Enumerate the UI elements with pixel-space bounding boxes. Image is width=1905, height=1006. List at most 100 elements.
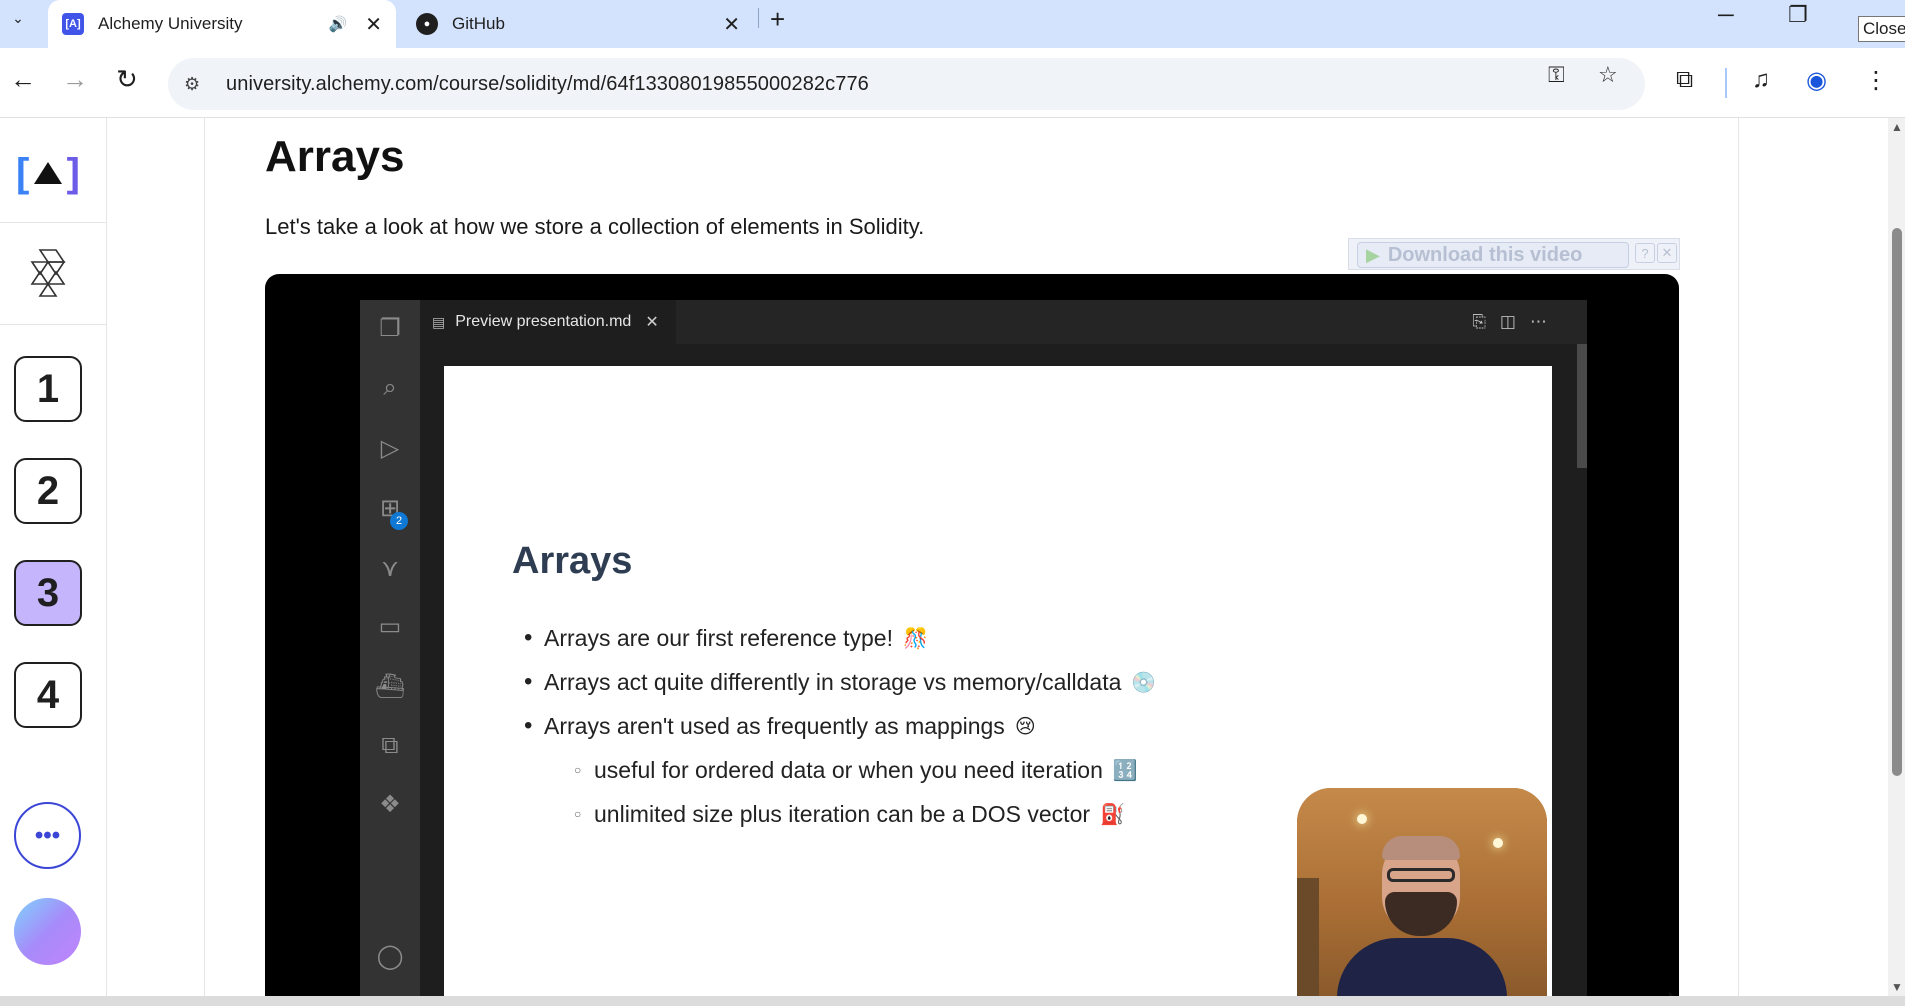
bullet-emoji: 💿: [1131, 671, 1157, 694]
slide-bullet: Arrays are our first reference type! 🎊: [524, 616, 1156, 660]
editor-tab-title: Preview presentation.md: [455, 313, 632, 330]
slide-title: Arrays: [512, 540, 633, 582]
rail-divider: [0, 222, 107, 223]
tab-alchemy-university[interactable]: [A] Alchemy University 🔊 ✕: [48, 0, 396, 48]
user-avatar[interactable]: [14, 898, 81, 965]
browser-preview-icon: ▭: [378, 612, 402, 640]
media-control-icon[interactable]: ♫: [1752, 66, 1770, 94]
download-video-button[interactable]: ▶ Download this video: [1357, 242, 1629, 268]
figma-icon: ❖: [379, 790, 401, 818]
docker-icon: ⛴: [374, 672, 406, 700]
explorer-files-icon: ❐: [379, 314, 401, 342]
presenter-hair: [1382, 836, 1460, 860]
audio-playing-icon[interactable]: 🔊: [329, 15, 348, 33]
preview-icon: ▤: [432, 313, 446, 330]
lesson-subtitle: Let's take a look at how we store a coll…: [265, 214, 925, 239]
page-scrollbar[interactable]: ▲ ▼: [1888, 118, 1905, 996]
bullet-text: Arrays aren't used as frequently as mapp…: [544, 712, 1005, 739]
mouse-cursor-icon: [1661, 987, 1679, 996]
scroll-down-arrow-icon[interactable]: ▼: [1891, 980, 1903, 994]
tab-strip: ⌄ [A] Alchemy University 🔊 ✕ ● GitHub ✕ …: [0, 0, 1905, 48]
step-3-button[interactable]: 3: [14, 560, 82, 626]
webcam-door: [1297, 878, 1319, 996]
alchemy-logo[interactable]: [ ]: [16, 148, 80, 198]
solidity-course-icon[interactable]: [30, 248, 66, 298]
logo-bracket-right: ]: [66, 150, 80, 195]
restore-icon[interactable]: ❐: [1788, 2, 1808, 28]
bookmark-star-icon[interactable]: ☆: [1598, 62, 1618, 88]
reload-icon[interactable]: ↻: [116, 66, 138, 92]
slide-bullet: Arrays act quite differently in storage …: [524, 660, 1157, 704]
page-content: [ ] 1 2 3 4 ••• Arrays Let's take a look…: [0, 118, 1888, 996]
slide-bullet: Arrays aren't used as frequently as mapp…: [524, 704, 1156, 748]
slide-sub-bullet: unlimited size plus iteration can be a D…: [544, 792, 1156, 836]
step-2-button[interactable]: 2: [14, 458, 82, 524]
webcam-light: [1357, 814, 1367, 824]
step-1-button[interactable]: 1: [14, 356, 82, 422]
bullet-emoji: ⛽: [1100, 803, 1125, 826]
content-border: [204, 118, 205, 996]
editor-tab-bar: ▤ Preview presentation.md ✕ ⎘◫⋯: [420, 300, 1587, 344]
left-rail: [ ] 1 2 3 4 •••: [0, 118, 107, 996]
tab-close-icon[interactable]: ✕: [723, 12, 740, 37]
download-video-bar: ▶ Download this video ? ✕: [1348, 238, 1680, 270]
scrollbar-thumb[interactable]: [1892, 228, 1902, 776]
vscode-activity-bar: ❐ ⌕ ▷ ⊞ 2 ⋎ ▭ ⛴ ⧉ ❖ ◯: [360, 300, 420, 996]
back-icon[interactable]: ←: [10, 66, 36, 92]
run-debug-icon: ▷: [380, 434, 400, 462]
tab-close-icon[interactable]: ✕: [365, 12, 382, 37]
url-text[interactable]: university.alchemy.com/course/solidity/m…: [226, 73, 869, 96]
tab-separator: [758, 8, 759, 28]
alchemy-favicon-icon: [A]: [62, 13, 84, 35]
bottom-strip: [0, 996, 1905, 1006]
download-label: Download this video: [1387, 243, 1583, 266]
password-key-icon[interactable]: ⚿: [1548, 62, 1565, 88]
more-options-button[interactable]: •••: [14, 802, 81, 869]
extensions-icon[interactable]: ⧉: [1676, 66, 1693, 94]
download-close-button[interactable]: ✕: [1657, 243, 1677, 263]
bullet-text: useful for ordered data or when you need…: [594, 756, 1103, 783]
site-info-icon[interactable]: ⚙: [184, 74, 212, 95]
lesson-title: Arrays: [265, 132, 405, 181]
presenter-glasses: [1387, 868, 1455, 882]
menu-kebab-icon[interactable]: ⋮: [1864, 66, 1888, 95]
new-tab-button[interactable]: +: [770, 4, 785, 35]
account-icon: ◯: [376, 942, 404, 970]
presenter-webcam: [1297, 788, 1547, 996]
lesson-video-player[interactable]: ❐ ⌕ ▷ ⊞ 2 ⋎ ▭ ⛴ ⧉ ❖ ◯ ▤ Preview presenta…: [265, 274, 1679, 996]
bullet-text: Arrays act quite differently in storage …: [544, 668, 1122, 695]
tab-github[interactable]: ● GitHub ✕: [404, 0, 754, 48]
terraform-icon: ⋎: [381, 554, 399, 582]
editor-tab-close-icon: ✕: [645, 314, 659, 331]
address-bar[interactable]: ⚙ university.alchemy.com/course/solidity…: [168, 58, 1645, 110]
editor-actions-icon: ⎘◫⋯: [1472, 312, 1561, 331]
bullet-text: unlimited size plus iteration can be a D…: [594, 800, 1091, 827]
extensions-badge: 2: [390, 512, 408, 530]
download-help-button[interactable]: ?: [1635, 243, 1655, 263]
webcam-light: [1493, 838, 1503, 848]
step-4-button[interactable]: 4: [14, 662, 82, 728]
profile-icon[interactable]: ◉: [1806, 66, 1827, 95]
tab-title: Alchemy University: [98, 14, 243, 33]
minimize-icon[interactable]: ─: [1718, 2, 1734, 28]
bullet-text: Arrays are our first reference type!: [544, 624, 893, 651]
close-tooltip: Close: [1858, 16, 1905, 42]
toolbar-divider: [1725, 68, 1727, 98]
scroll-up-arrow-icon[interactable]: ▲: [1891, 120, 1903, 134]
editor-tab-preview: ▤ Preview presentation.md ✕: [420, 300, 676, 344]
bullet-emoji: 😢: [1014, 715, 1036, 738]
editor-scrollbar: [1577, 344, 1587, 468]
slide-sub-bullet: useful for ordered data or when you need…: [544, 748, 1156, 792]
bullet-emoji: 🔢: [1112, 759, 1138, 782]
slide-bullets: Arrays are our first reference type! 🎊 A…: [524, 616, 1157, 836]
content-border: [1738, 118, 1739, 996]
browser-toolbar: ← → ↻ ⚙ university.alchemy.com/course/so…: [0, 48, 1905, 118]
search-icon: ⌕: [383, 374, 397, 401]
logo-triangle-icon: [34, 162, 62, 184]
forward-icon[interactable]: →: [62, 66, 88, 92]
tab-search-chevron-icon[interactable]: ⌄: [6, 6, 30, 30]
github-favicon-icon: ●: [416, 13, 438, 35]
tab-title: GitHub: [452, 14, 505, 33]
play-icon: ▶: [1366, 244, 1380, 265]
bullet-emoji: 🎊: [902, 627, 928, 650]
